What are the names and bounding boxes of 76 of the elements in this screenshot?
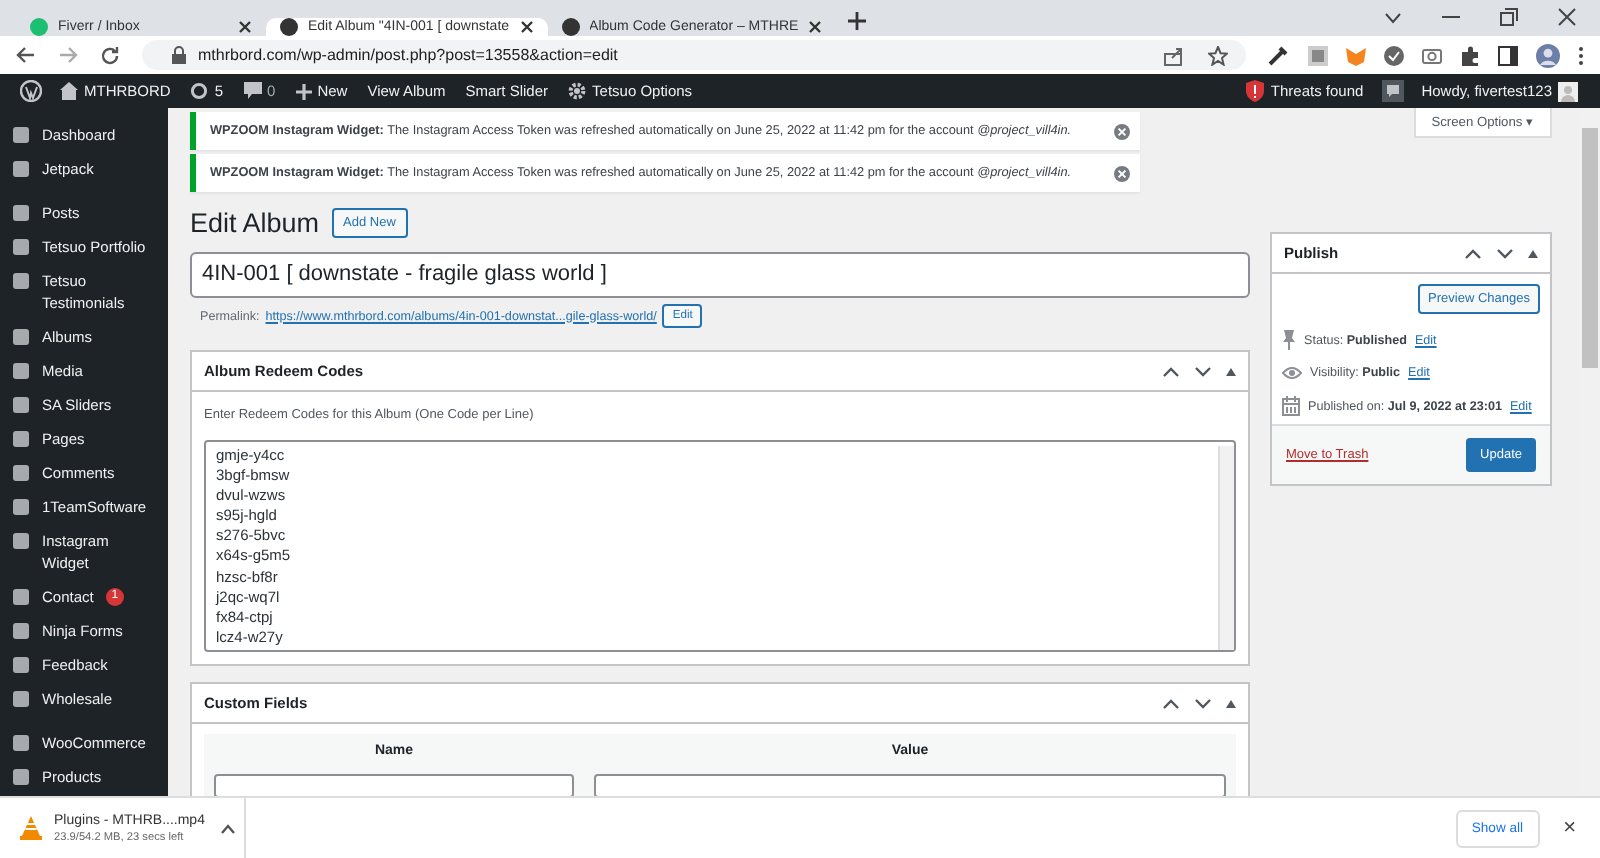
fox-icon[interactable] (1346, 45, 1366, 65)
plus-icon (295, 83, 312, 99)
puzzle-icon[interactable] (1460, 45, 1480, 65)
square-icon (12, 734, 30, 752)
square-icon (12, 126, 30, 144)
triangle-up-icon[interactable] (1226, 699, 1236, 707)
address-field[interactable]: mthrbord.com/wp-admin/post.php?post=13558&action=edit (142, 40, 1246, 70)
square-icon (12, 362, 30, 380)
square-icon (12, 532, 30, 550)
square-icon (12, 464, 30, 482)
square-icon (12, 622, 30, 640)
extension-icon[interactable] (1308, 45, 1328, 65)
gear-icon (568, 82, 587, 100)
eye-icon (1282, 366, 1302, 380)
chevron-up-icon[interactable] (1162, 697, 1180, 709)
minimize-icon[interactable] (1442, 15, 1460, 19)
star-icon[interactable] (1208, 45, 1228, 65)
share-icon[interactable] (1164, 45, 1184, 65)
scrollbar-thumb[interactable] (1582, 128, 1598, 368)
square-icon (12, 690, 30, 708)
square-icon (12, 430, 30, 448)
speech-bubble-icon (243, 82, 262, 100)
chevron-up-icon[interactable] (1464, 247, 1482, 259)
chevron-up-icon[interactable] (1162, 365, 1180, 377)
dismiss-icon[interactable] (1114, 165, 1130, 181)
close-icon[interactable] (1558, 8, 1576, 26)
eyedropper-icon[interactable] (1268, 44, 1290, 66)
more-icon[interactable] (1578, 45, 1584, 65)
lock-icon (172, 46, 186, 64)
page-title: Edit Album (190, 207, 320, 237)
square-icon (12, 498, 30, 516)
traffic-cone-icon (20, 816, 42, 840)
avatar-icon (1558, 81, 1578, 101)
calendar-icon (1282, 396, 1300, 416)
close-icon[interactable] (808, 20, 823, 34)
chevron-up-icon[interactable] (220, 823, 236, 833)
triangle-up-icon[interactable] (1226, 367, 1236, 375)
reload-icon[interactable] (100, 45, 120, 65)
name-field[interactable] (214, 774, 574, 798)
value-field[interactable] (594, 774, 1226, 798)
shield-alert-icon (1246, 80, 1265, 102)
avatar-icon[interactable] (1536, 43, 1560, 67)
square-icon (12, 768, 30, 786)
chevron-down-icon[interactable] (1194, 697, 1212, 709)
camera-icon[interactable] (1422, 46, 1442, 64)
back-icon[interactable] (16, 46, 36, 64)
square-icon (12, 588, 30, 606)
site-icon (561, 18, 580, 36)
restore-icon[interactable] (1500, 8, 1518, 26)
dismiss-icon[interactable] (1114, 123, 1130, 139)
square-icon (12, 396, 30, 414)
square-icon (12, 204, 30, 222)
chevron-down-icon[interactable] (1496, 247, 1514, 259)
close-button[interactable]: × (1559, 816, 1580, 840)
close-icon[interactable] (519, 20, 534, 34)
chevron-down-icon[interactable] (1194, 365, 1212, 377)
pin-icon (1282, 330, 1296, 350)
square-icon (12, 238, 30, 256)
wordpress-logo-icon[interactable] (20, 80, 42, 102)
side-panel-icon[interactable] (1498, 45, 1518, 65)
site-icon (30, 18, 48, 36)
site-icon (280, 18, 298, 36)
chat-icon[interactable] (1381, 80, 1404, 102)
plus-icon[interactable] (848, 12, 867, 30)
checkmark-badge-icon[interactable] (1384, 45, 1404, 65)
close-icon[interactable] (238, 20, 252, 34)
square-icon (12, 272, 30, 290)
chevron-down-icon[interactable] (1384, 11, 1402, 23)
title-field[interactable]: 4IN-001 [ downstate - fragile glass world ] (190, 252, 1250, 298)
scrollbar[interactable] (1218, 446, 1234, 650)
home-icon (60, 82, 78, 100)
square-icon (12, 328, 30, 346)
refresh-icon (190, 82, 209, 100)
square-icon (12, 656, 30, 674)
square-icon (12, 160, 30, 178)
triangle-up-icon[interactable] (1528, 249, 1538, 257)
